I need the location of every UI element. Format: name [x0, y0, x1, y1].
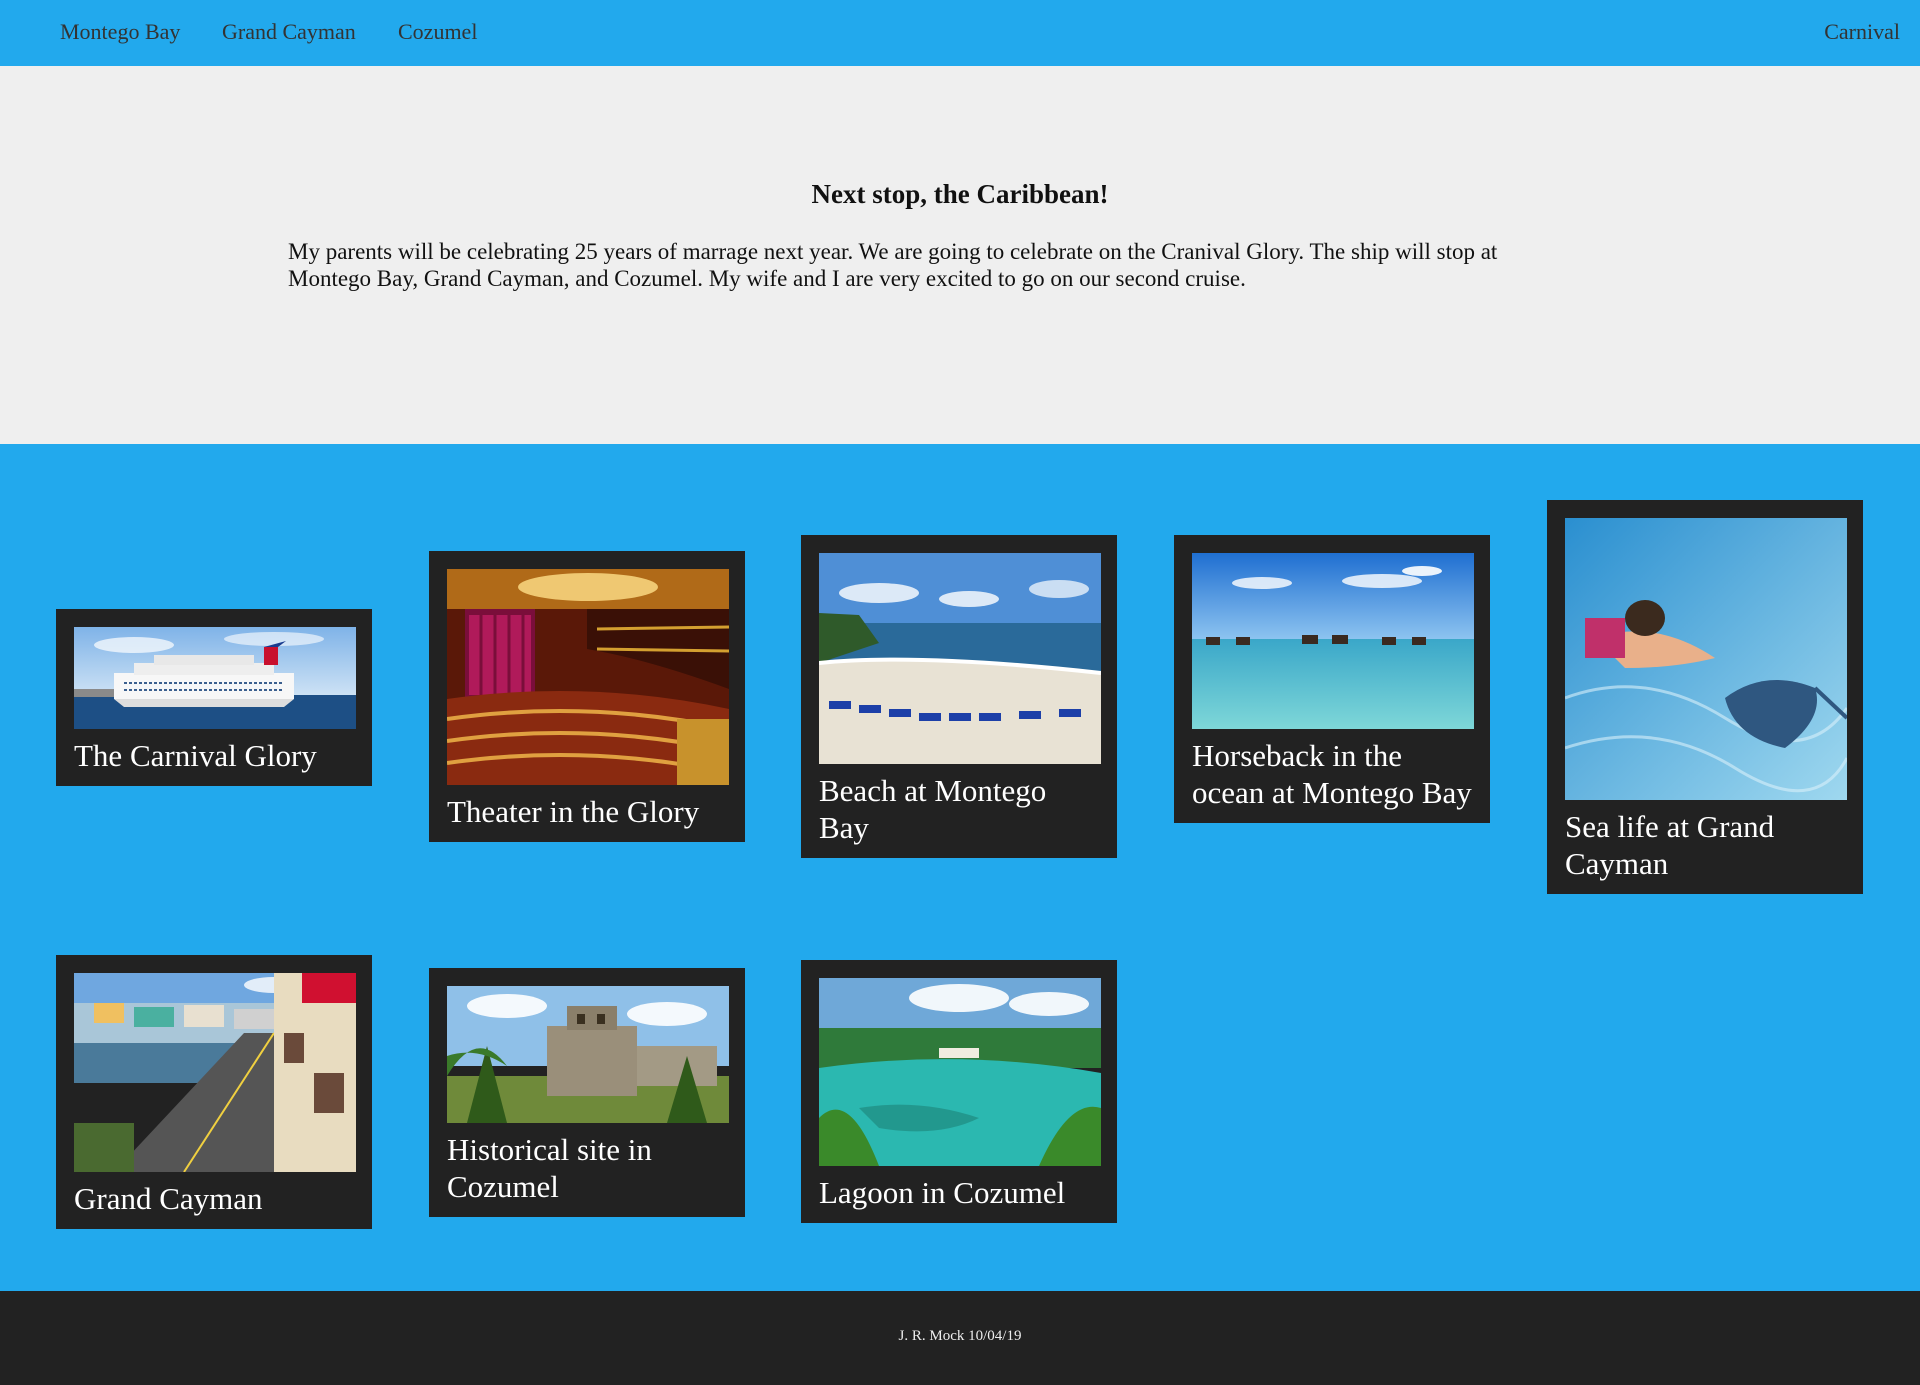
gallery-card-lagoon[interactable]: Lagoon in Cozumel	[801, 960, 1117, 1223]
page-footer: J. R. Mock 10/04/19	[0, 1291, 1920, 1385]
card-caption: The Carnival Glory	[74, 738, 317, 773]
gallery-card-theater[interactable]: Theater in the Glory	[429, 551, 745, 842]
theater-photo	[447, 569, 729, 785]
card-caption: Lagoon in Cozumel	[819, 1175, 1066, 1210]
nav-link-montego-bay[interactable]: Montego Bay	[60, 19, 180, 45]
card-caption: Beach at Montego Bay	[819, 773, 1047, 845]
nav-link-cozumel[interactable]: Cozumel	[398, 19, 477, 45]
gallery-card-historical-site[interactable]: Historical site in Cozumel	[429, 968, 745, 1217]
hero-section: Next stop, the Caribbean! My parents wil…	[0, 66, 1920, 444]
gallery-card-horseback[interactable]: Horseback in the ocean at Montego Bay	[1174, 535, 1490, 823]
photo-gallery: The Carnival Glory Theater in the Glory	[0, 444, 1920, 1291]
card-caption: Theater in the Glory	[447, 794, 700, 829]
card-caption: Horseback in the ocean at Montego Bay	[1192, 738, 1472, 810]
beach-photo	[819, 553, 1101, 764]
card-caption: Grand Cayman	[74, 1181, 263, 1216]
cruise-ship-photo	[74, 627, 356, 729]
nav-brand-carnival[interactable]: Carnival	[1824, 19, 1900, 45]
gallery-card-sea-life[interactable]: Sea life at Grand Cayman	[1547, 500, 1863, 894]
card-caption: Sea life at Grand Cayman	[1565, 809, 1775, 881]
grand-cayman-photo	[74, 973, 356, 1172]
gallery-card-grand-cayman[interactable]: Grand Cayman	[56, 955, 372, 1229]
horseback-photo	[1192, 553, 1474, 729]
footer-credit: J. R. Mock 10/04/19	[898, 1328, 1022, 1344]
lagoon-photo	[819, 978, 1101, 1166]
ruins-photo	[447, 986, 729, 1123]
gallery-card-carnival-glory[interactable]: The Carnival Glory	[56, 609, 372, 786]
hero-title: Next stop, the Caribbean!	[811, 179, 1109, 209]
gallery-card-beach-montego-bay[interactable]: Beach at Montego Bay	[801, 535, 1117, 858]
hero-body: My parents will be celebrating 25 years …	[288, 239, 1498, 291]
stingray-photo	[1565, 518, 1847, 800]
card-caption: Historical site in Cozumel	[447, 1132, 652, 1204]
nav-link-grand-cayman[interactable]: Grand Cayman	[222, 19, 356, 45]
top-nav: Montego Bay Grand Cayman Cozumel Carniva…	[0, 0, 1920, 66]
